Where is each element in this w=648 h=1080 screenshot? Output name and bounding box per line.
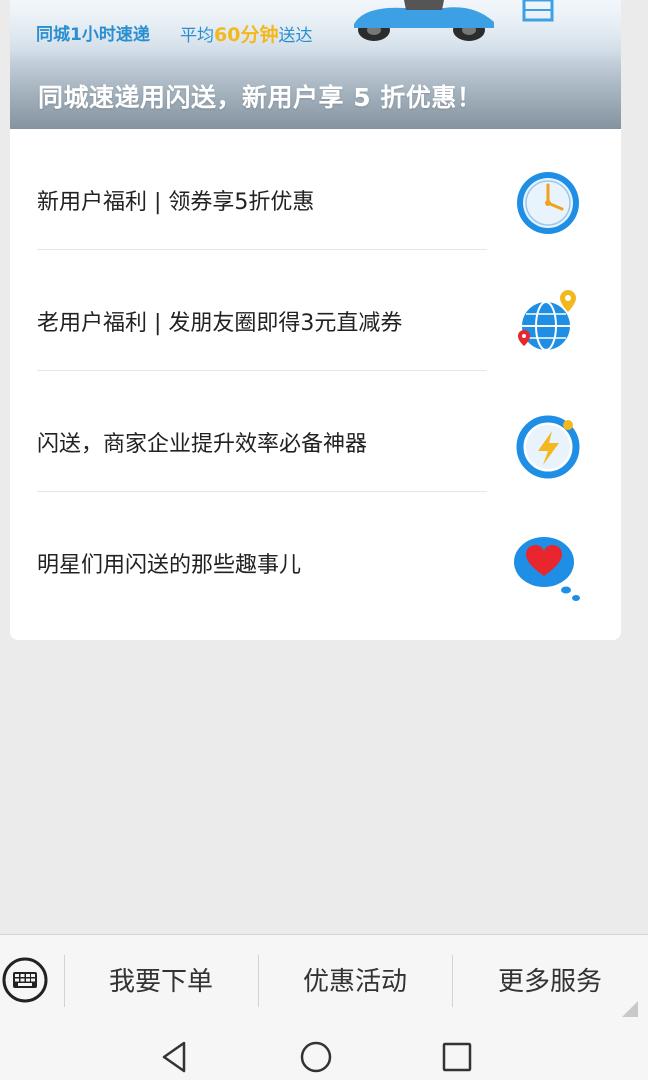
heart-bubble-icon — [514, 537, 580, 601]
keyboard-icon[interactable] — [2, 957, 48, 1003]
list-item-label: 新用户福利 | 领券享5折优惠 — [37, 190, 315, 215]
menu-item-promotions[interactable]: 优惠活动 — [258, 935, 452, 1030]
recents-icon[interactable] — [437, 1037, 477, 1077]
list-item[interactable]: 老用户福利 | 发朋友圈即得3元直减券 — [10, 250, 621, 371]
lightning-icon — [516, 415, 580, 479]
list-item[interactable]: 明星们用闪送的那些趣事儿 — [10, 492, 621, 613]
banner-slogan-left: 同城1小时速递 — [36, 25, 150, 45]
menu-item-more-services[interactable]: 更多服务 — [452, 935, 648, 1030]
list-item-label: 明星们用闪送的那些趣事儿 — [37, 553, 302, 578]
list-item-label: 闪送，商家企业提升效率必备神器 — [37, 432, 368, 457]
promo-card: 同城1小时速递 平均60分钟送达 同城速递用闪送，新用户享 5 折优惠！ 新用户… — [10, 0, 621, 640]
list-item[interactable]: 新用户福利 | 领券享5折优惠 — [10, 129, 621, 250]
banner-headline: 同城速递用闪送，新用户享 5 折优惠！ — [38, 83, 483, 112]
promo-list: 新用户福利 | 领券享5折优惠 老用户福利 | 发朋友圈即得3元直减券 闪送，商… — [10, 129, 621, 613]
home-icon[interactable] — [296, 1037, 336, 1077]
clock-icon — [517, 172, 579, 234]
banner-slogan-highlight: 60分钟 — [214, 24, 279, 46]
back-icon[interactable] — [154, 1037, 194, 1077]
list-item[interactable]: 闪送，商家企业提升效率必备神器 — [10, 371, 621, 492]
globe-pin-icon — [518, 290, 576, 351]
scooter-illustration — [354, 0, 554, 41]
menu-item-order[interactable]: 我要下单 — [64, 935, 258, 1030]
corner-indicator — [622, 1001, 638, 1017]
bottom-menu-bar: 我要下单 优惠活动 更多服务 — [0, 934, 648, 1029]
banner-slogan-right: 平均60分钟送达 — [180, 24, 313, 46]
system-nav-bar — [0, 1029, 648, 1080]
promo-banner[interactable]: 同城1小时速递 平均60分钟送达 同城速递用闪送，新用户享 5 折优惠！ — [10, 0, 621, 129]
list-item-label: 老用户福利 | 发朋友圈即得3元直减券 — [37, 311, 403, 336]
